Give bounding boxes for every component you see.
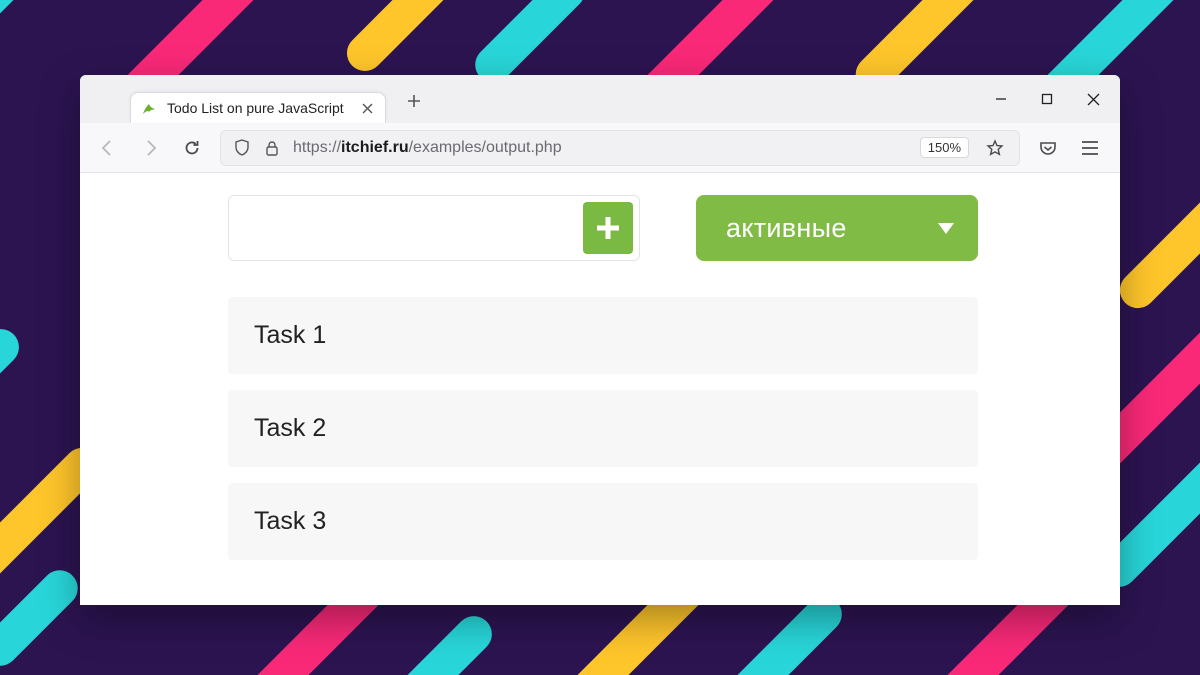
menu-icon[interactable]	[1076, 134, 1104, 162]
browser-toolbar: https://itchief.ru/examples/output.php 1…	[80, 123, 1120, 173]
shield-icon	[233, 134, 251, 162]
task-label: Task 3	[254, 507, 326, 535]
filter-label: активные	[726, 213, 847, 244]
nav-reload-button[interactable]	[178, 134, 206, 162]
filter-dropdown[interactable]: активные	[696, 195, 978, 261]
task-item[interactable]: Task 2	[228, 390, 978, 467]
task-item[interactable]: Task 1	[228, 297, 978, 374]
task-list: Task 1 Task 2 Task 3	[228, 297, 978, 560]
task-label: Task 2	[254, 414, 326, 442]
nav-back-button[interactable]	[94, 134, 122, 162]
browser-window: Todo List on pure JavaScript	[80, 75, 1120, 605]
url-path: /examples/output.php	[409, 139, 562, 156]
favicon-icon	[141, 100, 157, 116]
desktop-background: Todo List on pure JavaScript	[0, 0, 1200, 675]
page-content: активные Task 1 Task 2 Task 3	[80, 173, 1120, 605]
lock-icon	[263, 134, 281, 162]
new-task-group	[228, 195, 640, 261]
tab-bar: Todo List on pure JavaScript	[80, 75, 1120, 123]
url-host: itchief.ru	[341, 139, 409, 156]
url-prefix: https://	[293, 139, 341, 156]
add-task-button[interactable]	[583, 202, 633, 254]
window-minimize-button[interactable]	[978, 75, 1024, 123]
tab-active[interactable]: Todo List on pure JavaScript	[130, 92, 386, 123]
nav-forward-button[interactable]	[136, 134, 164, 162]
tab-title: Todo List on pure JavaScript	[167, 100, 344, 116]
plus-icon	[593, 213, 623, 243]
bookmark-star-icon[interactable]	[981, 134, 1009, 162]
task-label: Task 1	[254, 321, 326, 349]
address-bar[interactable]: https://itchief.ru/examples/output.php 1…	[220, 130, 1020, 166]
todo-app: активные Task 1 Task 2 Task 3	[228, 195, 978, 560]
controls-row: активные	[228, 195, 978, 261]
window-maximize-button[interactable]	[1024, 75, 1070, 123]
new-tab-button[interactable]	[400, 87, 428, 115]
url-text: https://itchief.ru/examples/output.php	[293, 139, 908, 157]
pocket-icon[interactable]	[1034, 134, 1062, 162]
window-controls	[978, 75, 1116, 123]
new-task-input[interactable]	[229, 196, 577, 258]
task-item[interactable]: Task 3	[228, 483, 978, 560]
window-close-button[interactable]	[1070, 75, 1116, 123]
chevron-down-icon	[938, 223, 954, 234]
tab-close-icon[interactable]	[362, 103, 373, 114]
zoom-badge[interactable]: 150%	[920, 137, 969, 158]
